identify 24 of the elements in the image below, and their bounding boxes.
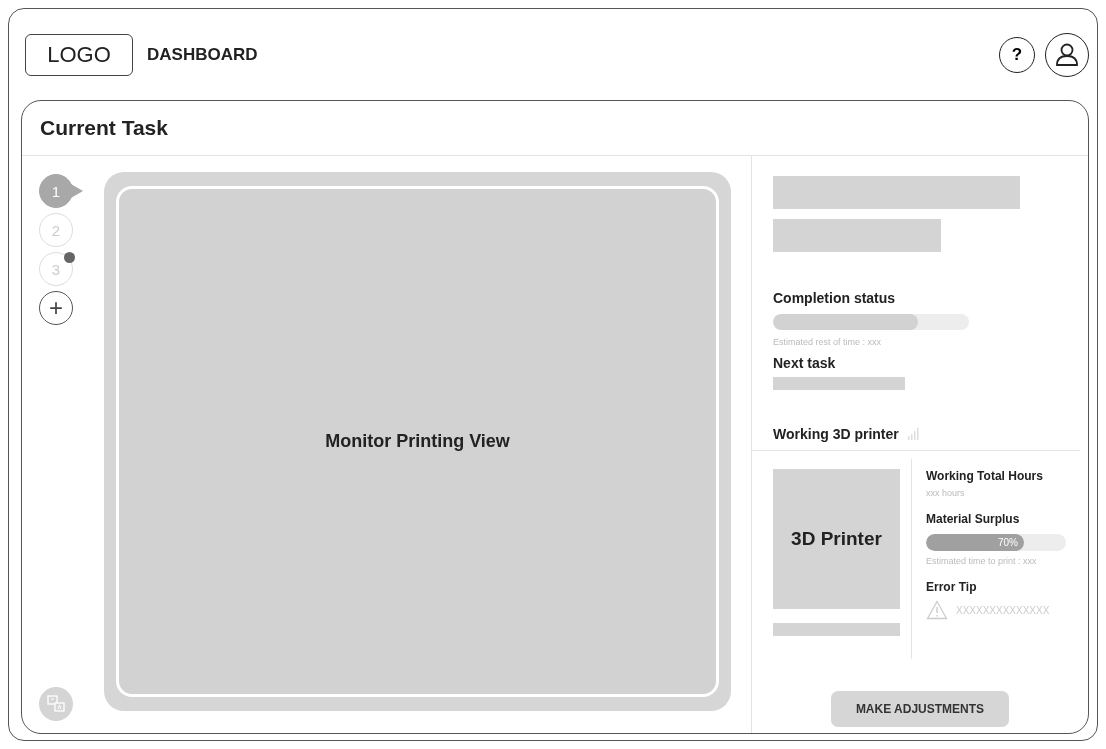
add-step-button[interactable]: +	[39, 291, 73, 325]
printer-label: 3D Printer	[791, 528, 882, 550]
estimate-text: Estimated time to print : xxx	[926, 556, 1038, 566]
info-title: Material Surplus	[926, 512, 1021, 526]
pointer-icon	[71, 184, 83, 198]
user-icon	[1054, 41, 1080, 68]
monitor-label: Monitor Printing View	[325, 431, 510, 452]
estimate-text: Estimated rest of time : xxx	[773, 337, 883, 347]
section-title: Completion status	[773, 290, 897, 306]
logo: LOGO	[25, 33, 133, 76]
info-title: Error Tip	[926, 580, 978, 594]
card-title: Current Task	[22, 101, 1088, 156]
section-title: Next task	[773, 355, 837, 371]
info-title: Working Total Hours	[926, 469, 1044, 483]
warning-icon	[926, 600, 948, 620]
section-title: Working 3D printer	[773, 426, 899, 442]
signal-icon	[906, 428, 919, 440]
hours-text: xxx hours	[926, 488, 966, 498]
make-adjustments-button[interactable]: MAKE ADJUSTMENTS	[831, 691, 1009, 727]
translate-icon	[46, 694, 66, 714]
help-button[interactable]: ?	[999, 36, 1035, 73]
user-button[interactable]	[1045, 32, 1089, 77]
material-reading: 70%	[998, 537, 1018, 548]
page-title: DASHBOARD	[147, 44, 258, 65]
